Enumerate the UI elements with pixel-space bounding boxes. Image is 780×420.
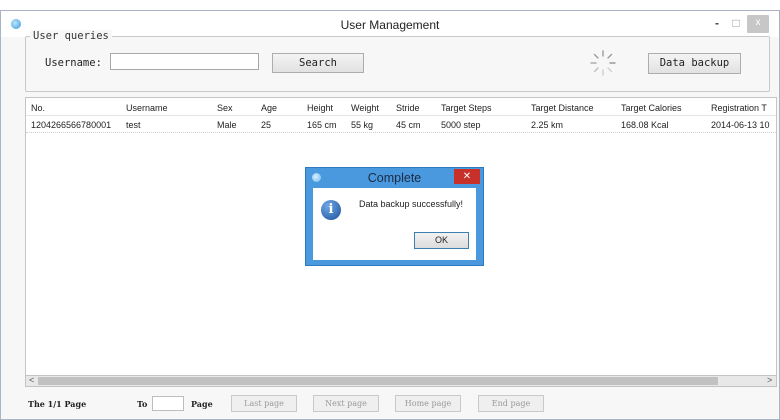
info-icon: i — [321, 200, 341, 220]
table-cell-stride[interactable]: 45 cm — [396, 120, 421, 130]
column-header-weight[interactable]: Weight — [351, 103, 379, 113]
dialog-message: Data backup successfully! — [359, 199, 464, 209]
table-cell-weight[interactable]: 55 kg — [351, 120, 373, 130]
scroll-left-arrow-icon[interactable]: < — [29, 375, 34, 385]
table-cell-no[interactable]: 1204266566780001 — [31, 120, 111, 130]
table-cell-sex[interactable]: Male — [217, 120, 237, 130]
column-header-target-calories[interactable]: Target Calories — [621, 103, 682, 113]
table-cell-age[interactable]: 25 — [261, 120, 271, 130]
table-cell-target-steps[interactable]: 5000 step — [441, 120, 481, 130]
title-bar: User Management - □ x — [1, 11, 779, 37]
window-title: User Management — [340, 18, 440, 32]
table-cell-target-distance[interactable]: 2.25 km — [531, 120, 563, 130]
table-cell-height[interactable]: 165 cm — [307, 120, 337, 130]
goto-to-label: To — [137, 399, 148, 409]
goto-page-input[interactable] — [152, 396, 184, 411]
minimize-button[interactable]: - — [711, 15, 723, 33]
column-header-height[interactable]: Height — [307, 103, 333, 113]
column-header-stride[interactable]: Stride — [396, 103, 420, 113]
user-queries-label: User queries — [30, 30, 112, 42]
horizontal-scrollbar[interactable]: < > — [25, 375, 777, 387]
ok-button[interactable]: OK — [414, 232, 469, 249]
scrollbar-thumb[interactable] — [38, 377, 718, 385]
column-header-username[interactable]: Username — [126, 103, 168, 113]
dialog-close-button[interactable]: ✕ — [454, 169, 480, 184]
maximize-button[interactable]: □ — [729, 15, 743, 33]
column-header-target-distance[interactable]: Target Distance — [531, 103, 594, 113]
page-info: The 1/1 Page — [28, 399, 87, 409]
goto-page-label: Page — [191, 399, 213, 409]
search-button[interactable]: Search — [272, 53, 364, 73]
data-backup-button[interactable]: Data backup — [648, 53, 741, 74]
scroll-right-arrow-icon[interactable]: > — [767, 375, 772, 385]
last-page-button[interactable]: Last page — [231, 395, 297, 412]
username-input[interactable] — [110, 53, 259, 70]
column-header-target-steps[interactable]: Target Steps — [441, 103, 492, 113]
column-header-no[interactable]: No. — [31, 103, 45, 113]
table-cell-target-calories[interactable]: 168.08 Kcal — [621, 120, 669, 130]
loading-spinner-icon — [590, 50, 616, 76]
next-page-button[interactable]: Next page — [313, 395, 379, 412]
column-header-sex[interactable]: Sex — [217, 103, 233, 113]
username-label: Username: — [45, 57, 102, 69]
close-button[interactable]: x — [747, 15, 769, 33]
table-header-divider — [26, 115, 776, 116]
home-page-button[interactable]: Home page — [395, 395, 461, 412]
table-cell-registration-time[interactable]: 2014-06-13 10 — [711, 120, 770, 130]
table-cell-username[interactable]: test — [126, 120, 141, 130]
column-header-registration-time[interactable]: Registration T — [711, 103, 767, 113]
column-header-age[interactable]: Age — [261, 103, 277, 113]
table-row-divider — [26, 132, 776, 134]
dialog-body: i Data backup successfully! OK — [313, 188, 476, 260]
end-page-button[interactable]: End page — [478, 395, 544, 412]
complete-dialog: Complete ✕ i Data backup successfully! O… — [305, 167, 484, 266]
